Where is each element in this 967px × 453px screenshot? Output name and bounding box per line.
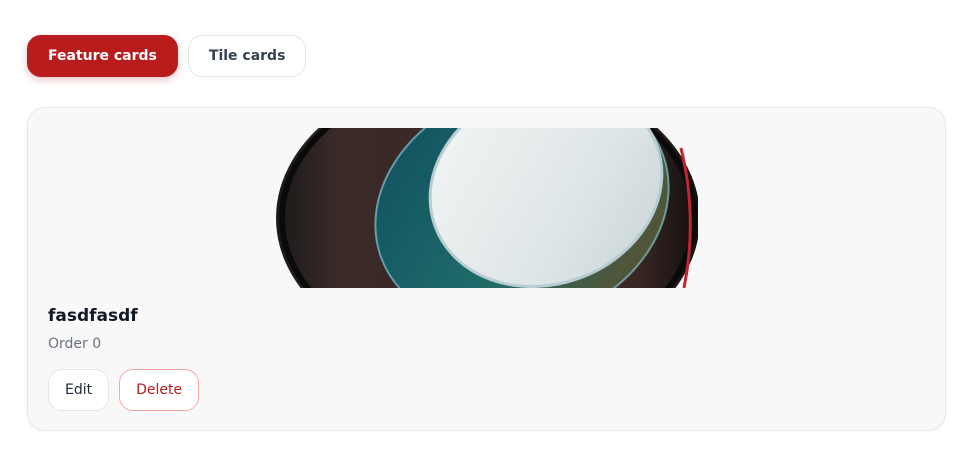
page: Feature cards Tile cards fasdfasdf Order… [0,0,967,453]
feature-card: fasdfasdf Order 0 Edit Delete [27,107,946,431]
card-title: fasdfasdf [48,306,138,326]
card-image [276,128,698,288]
card-actions: Edit Delete [48,369,200,411]
delete-button[interactable]: Delete [119,369,200,411]
tab-feature-cards[interactable]: Feature cards [27,35,178,77]
card-order: Order 0 [48,336,102,352]
glass-disc-image [276,128,698,288]
card-type-tabs: Feature cards Tile cards [27,35,307,77]
tab-tile-cards[interactable]: Tile cards [187,35,307,77]
edit-button[interactable]: Edit [48,369,110,411]
